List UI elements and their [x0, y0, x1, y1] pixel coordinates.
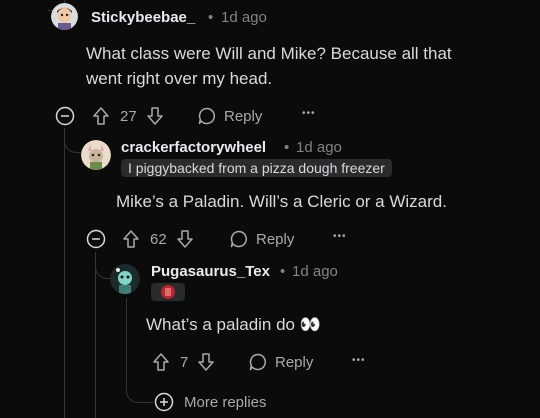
timestamp[interactable]: 1d ago — [292, 263, 338, 280]
reply-button[interactable]: Reply — [197, 106, 262, 126]
minus-circle-icon — [55, 106, 75, 126]
vote-bar: 27 — [92, 106, 164, 126]
reply-label: Reply — [224, 107, 263, 125]
reply-button[interactable]: Reply — [229, 229, 294, 249]
more-options-button[interactable]: ••• — [302, 108, 316, 119]
username[interactable]: Stickybeebae_ — [91, 9, 195, 26]
downvote-icon[interactable] — [176, 229, 194, 249]
reply-label: Reply — [256, 230, 295, 248]
separator-dot: • — [208, 9, 214, 26]
reply-button[interactable]: Reply — [248, 352, 313, 372]
flair-icon — [161, 285, 175, 299]
more-options-button[interactable]: ••• — [352, 355, 366, 366]
thread-line — [126, 298, 127, 382]
comment-body: Mike’s a Paladin. Will’s a Cleric or a W… — [116, 192, 447, 211]
avatar-icon — [110, 264, 140, 294]
upvote-icon[interactable] — [152, 352, 170, 372]
comment-icon — [198, 107, 216, 125]
more-replies-label: More replies — [184, 393, 267, 411]
flair-emoji-badge — [151, 283, 185, 301]
separator-dot: • — [280, 263, 286, 280]
plus-circle-icon — [154, 392, 174, 412]
comment-body: What’s a paladin do 👀 — [146, 315, 321, 334]
thread-line — [95, 252, 96, 418]
vote-count: 27 — [120, 107, 137, 125]
thread-curve — [126, 372, 153, 403]
vote-count: 7 — [180, 353, 189, 371]
upvote-icon[interactable] — [122, 229, 140, 249]
downvote-icon[interactable] — [197, 352, 215, 372]
reply-label: Reply — [275, 353, 314, 371]
avatar-icon — [51, 3, 78, 30]
more-options-button[interactable]: ••• — [333, 231, 347, 242]
avatar[interactable] — [81, 140, 111, 170]
vote-bar: 7 — [152, 352, 215, 372]
comment-body: What class were Will and Mike? Because a… — [86, 44, 452, 88]
comment-icon — [249, 353, 267, 371]
avatar[interactable] — [51, 3, 78, 30]
thread-curve — [64, 128, 81, 153]
collapse-button[interactable] — [55, 106, 75, 126]
vote-bar: 62 — [122, 229, 194, 249]
collapse-button[interactable] — [86, 229, 106, 249]
downvote-icon[interactable] — [146, 106, 164, 126]
upvote-icon[interactable] — [92, 106, 110, 126]
user-flair: I piggybacked from a pizza dough freezer — [121, 159, 392, 177]
avatar[interactable] — [110, 264, 140, 294]
vote-count: 62 — [150, 230, 167, 248]
username[interactable]: crackerfactorywheel — [121, 139, 266, 156]
more-replies-button[interactable]: More replies — [154, 392, 267, 412]
timestamp[interactable]: 1d ago — [296, 139, 342, 156]
comment-icon — [230, 230, 248, 248]
separator-dot: • — [284, 139, 290, 156]
minus-circle-icon — [86, 229, 106, 249]
timestamp[interactable]: 1d ago — [221, 9, 267, 26]
avatar-icon — [81, 140, 111, 170]
thread-line — [64, 128, 65, 418]
username[interactable]: Pugasaurus_Tex — [151, 263, 270, 280]
